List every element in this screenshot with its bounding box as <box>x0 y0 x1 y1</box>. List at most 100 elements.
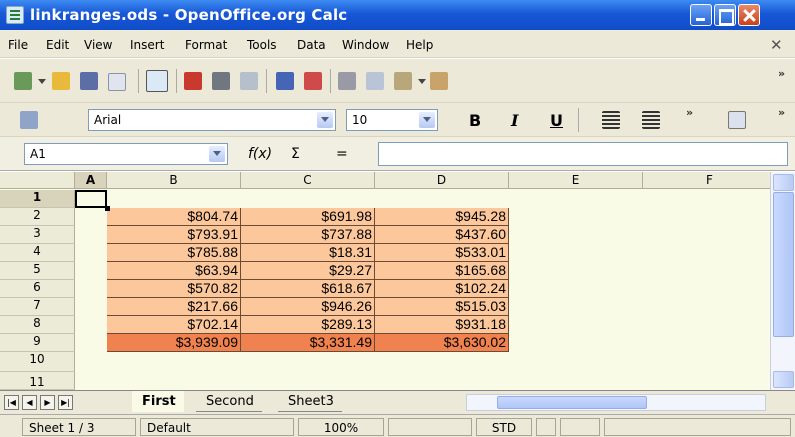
fill-handle[interactable] <box>105 206 110 211</box>
row-header[interactable]: 6 <box>0 280 75 298</box>
export-pdf-icon[interactable] <box>184 72 202 90</box>
row-header[interactable]: 4 <box>0 244 75 262</box>
font-name-dropdown-icon[interactable] <box>317 112 333 128</box>
row-header[interactable]: 5 <box>0 262 75 280</box>
merge-cells-icon[interactable] <box>728 111 746 129</box>
row-header[interactable]: 2 <box>0 208 75 226</box>
name-box-dropdown-icon[interactable] <box>209 146 225 162</box>
row-header[interactable]: 1 <box>0 190 75 208</box>
edit-file-icon[interactable] <box>146 70 168 92</box>
cell-d8[interactable]: $931.18 <box>375 316 509 334</box>
format-more-right-icon[interactable]: » <box>778 106 785 119</box>
cell-c4[interactable]: $18.31 <box>241 244 375 262</box>
close-window-button[interactable] <box>738 4 760 26</box>
copy-icon[interactable] <box>366 72 384 90</box>
cell-c8[interactable]: $289.13 <box>241 316 375 334</box>
row-header[interactable]: 8 <box>0 316 75 334</box>
prev-sheet-icon[interactable]: ◀ <box>22 395 37 410</box>
row-header[interactable]: 10 <box>0 352 75 372</box>
paste-dropdown-icon[interactable] <box>418 79 426 86</box>
status-page-style[interactable]: Default <box>140 418 294 436</box>
menu-help[interactable]: Help <box>406 38 433 52</box>
function-wizard-icon[interactable]: f(x) <box>248 146 272 162</box>
tab-first[interactable]: First <box>132 391 184 412</box>
minimize-button[interactable] <box>690 4 712 26</box>
cell-c3[interactable]: $737.88 <box>241 226 375 244</box>
cell-d2[interactable]: $945.28 <box>375 208 509 226</box>
font-size-box[interactable]: 10 <box>346 109 438 131</box>
cell-c7[interactable]: $946.26 <box>241 298 375 316</box>
scroll-up-icon[interactable] <box>773 174 794 191</box>
spellcheck-icon[interactable] <box>276 72 294 90</box>
styles-icon[interactable] <box>20 111 38 129</box>
underline-button[interactable]: U <box>550 111 563 130</box>
tab-second[interactable]: Second <box>196 391 262 412</box>
cut-icon[interactable] <box>338 72 356 90</box>
cell-d3[interactable]: $437.60 <box>375 226 509 244</box>
cell-d7[interactable]: $515.03 <box>375 298 509 316</box>
align-left-icon[interactable] <box>602 111 620 129</box>
new-document-icon[interactable] <box>14 72 32 90</box>
next-sheet-icon[interactable]: ▶ <box>40 395 55 410</box>
horizontal-scroll-thumb[interactable] <box>497 396 647 409</box>
new-dropdown-icon[interactable] <box>38 79 46 86</box>
spreadsheet-grid[interactable]: A B C D E F 1 2 3 4 5 6 7 8 9 10 11 $804… <box>0 172 770 390</box>
close-document-icon[interactable]: ✕ <box>770 36 783 54</box>
cell-b5[interactable]: $63.94 <box>107 262 241 280</box>
vertical-scrollbar[interactable] <box>770 172 795 390</box>
menu-insert[interactable]: Insert <box>130 38 164 52</box>
print-icon[interactable] <box>212 72 230 90</box>
page-preview-icon[interactable] <box>240 72 258 90</box>
align-center-icon[interactable] <box>642 111 660 129</box>
toolbar-more-icon[interactable]: » <box>778 67 785 80</box>
name-box[interactable]: A1 <box>24 143 228 165</box>
column-header-f[interactable]: F <box>643 172 770 189</box>
column-header-d[interactable]: D <box>375 172 509 189</box>
menu-format[interactable]: Format <box>185 38 227 52</box>
row-header[interactable]: 3 <box>0 226 75 244</box>
cell-c9-total[interactable]: $3,331.49 <box>241 334 375 352</box>
autospellcheck-icon[interactable] <box>304 72 322 90</box>
column-header-b[interactable]: B <box>107 172 241 189</box>
menu-data[interactable]: Data <box>297 38 326 52</box>
tab-sheet3[interactable]: Sheet3 <box>278 391 342 412</box>
font-name-box[interactable]: Arial <box>88 109 336 131</box>
row-header[interactable]: 9 <box>0 334 75 352</box>
row-header[interactable]: 7 <box>0 298 75 316</box>
open-folder-icon[interactable] <box>52 72 70 90</box>
font-size-dropdown-icon[interactable] <box>419 112 435 128</box>
maximize-button[interactable] <box>714 4 736 26</box>
cell-d4[interactable]: $533.01 <box>375 244 509 262</box>
italic-button[interactable]: I <box>511 111 518 130</box>
sum-icon[interactable]: Σ <box>291 146 300 162</box>
function-icon[interactable]: = <box>336 146 348 162</box>
menu-window[interactable]: Window <box>342 38 389 52</box>
scroll-down-icon[interactable] <box>773 371 794 388</box>
active-cell-cursor[interactable] <box>75 190 107 208</box>
vertical-scroll-thumb[interactable] <box>773 192 794 337</box>
menu-view[interactable]: View <box>84 38 112 52</box>
cell-b7[interactable]: $217.66 <box>107 298 241 316</box>
status-selection-mode[interactable]: STD <box>476 418 532 436</box>
row-header[interactable]: 11 <box>0 372 75 390</box>
last-sheet-icon[interactable]: ▶| <box>58 395 73 410</box>
email-icon[interactable] <box>108 73 126 91</box>
cell-b9-total[interactable]: $3,939.09 <box>107 334 241 352</box>
cell-d6[interactable]: $102.24 <box>375 280 509 298</box>
format-paintbrush-icon[interactable] <box>430 72 448 90</box>
paste-icon[interactable] <box>394 72 412 90</box>
menu-edit[interactable]: Edit <box>46 38 69 52</box>
format-more-icon[interactable]: » <box>686 106 693 119</box>
cell-d9-total[interactable]: $3,630.02 <box>375 334 509 352</box>
column-header-c[interactable]: C <box>241 172 375 189</box>
save-icon[interactable] <box>80 72 98 90</box>
cell-b3[interactable]: $793.91 <box>107 226 241 244</box>
cell-c6[interactable]: $618.67 <box>241 280 375 298</box>
cell-b4[interactable]: $785.88 <box>107 244 241 262</box>
formula-input[interactable] <box>378 142 788 166</box>
menu-tools[interactable]: Tools <box>247 38 277 52</box>
menu-file[interactable]: File <box>8 38 28 52</box>
cell-c2[interactable]: $691.98 <box>241 208 375 226</box>
status-zoom[interactable]: 100% <box>298 418 384 436</box>
cell-b2[interactable]: $804.74 <box>107 208 241 226</box>
